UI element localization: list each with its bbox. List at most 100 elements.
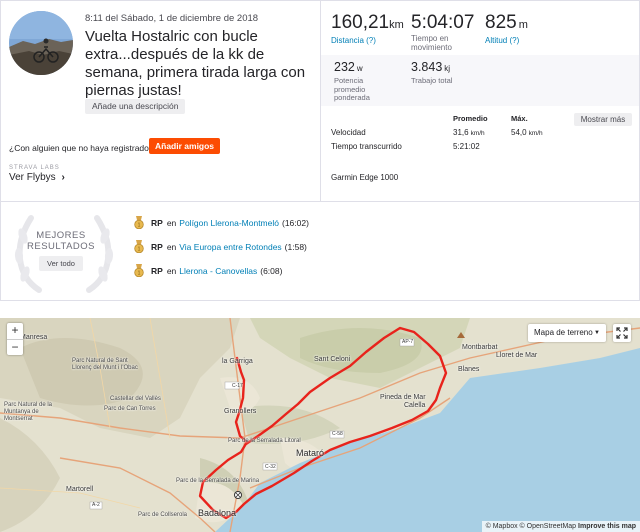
map-label-martorell: Martorell: [66, 486, 94, 493]
segment-link[interactable]: Llerona - Canovellas: [179, 266, 257, 276]
road-label: AP-7: [402, 339, 414, 345]
pr-badge: RP: [151, 265, 163, 276]
map-label-la-garriga: la Garriga: [222, 358, 253, 365]
add-description-button[interactable]: Añade una descripción: [85, 99, 186, 114]
flybys-link[interactable]: Ver Flybys ›: [9, 172, 65, 183]
moving-time-label-2: movimiento: [411, 43, 452, 52]
device-name: Garmin Edge 1000: [331, 173, 399, 182]
effort-prep: en: [166, 241, 177, 252]
activity-card: 8:11 del Sábado, 1 de diciembre de 2018 …: [0, 0, 640, 301]
row-divider: [1, 201, 639, 202]
power-unit: w: [356, 64, 363, 73]
map-label-montserrat: Parc Natural de la Muntanya de Montserra…: [4, 402, 53, 422]
best-efforts-title: MEJORES RESULTADOS: [1, 230, 121, 252]
segment-link[interactable]: Polígon Llerona-Montmeló: [179, 218, 279, 228]
stat-power: 232 w Potencia promedio ponderada: [334, 61, 370, 103]
speed-max: 54,0 km/h: [511, 128, 543, 137]
see-all-button[interactable]: Ver todo: [39, 256, 83, 271]
moving-time-label-1: Tiempo en: [411, 34, 449, 43]
map-attribution: © Mapbox © OpenStreetMap Improve this ma…: [481, 521, 640, 532]
effort-prep: en: [166, 265, 177, 276]
stat-moving-time: 5:04:07 Tiempo en movimiento: [411, 12, 475, 53]
power-label-3: ponderada: [334, 93, 370, 102]
map-label-sant-llorenc: Parc Natural de Sant Llorenç del Munt i …: [72, 358, 138, 371]
map-label-serralada-marina: Parc de la Serralada de Marina: [176, 478, 260, 484]
show-more-button[interactable]: Mostrar más: [574, 113, 632, 126]
zoom-out-button[interactable]: −: [7, 339, 23, 355]
work-unit: kj: [444, 64, 451, 73]
best-effort-item: 1 RP en Polígon Llerona-Montmeló (16:02): [133, 216, 309, 229]
zoom-in-button[interactable]: +: [7, 323, 23, 339]
avatar[interactable]: [9, 11, 73, 75]
map-label-collserola: Parc de Collserola: [138, 512, 188, 518]
stat-distance: 160,21km Distancia (?): [331, 13, 404, 46]
best-effort-item: 1 RP en Llerona - Canovellas (6:08): [133, 264, 282, 277]
best-effort-item: 1 RP en Via Europa entre Rotondes (1:58): [133, 240, 307, 253]
road-label: C-17: [232, 383, 243, 389]
map-label-mataro: Mataró: [296, 448, 325, 458]
chevron-down-icon: ▼: [594, 330, 600, 336]
max-header: Máx.: [511, 114, 528, 123]
road-label: C-32: [265, 464, 276, 470]
unregistered-question: ¿Con alguien que no haya registrado?: [9, 143, 154, 153]
svg-text:1: 1: [138, 223, 141, 229]
map-label-serralada-litoral: Parc de la Serralada Litoral: [228, 438, 301, 444]
medal-icon: 1: [134, 264, 144, 277]
pr-badge: RP: [151, 217, 163, 228]
speed-avg: 31,6 km/h: [453, 128, 485, 137]
avg-header: Promedio: [453, 114, 488, 123]
segment-link[interactable]: Via Europa entre Rotondes: [179, 242, 281, 252]
map-canvas: [0, 318, 640, 532]
map-label-pineda: Pineda de Mar: [380, 394, 426, 401]
speed-label: Velocidad: [331, 128, 366, 137]
strava-labs-label: STRAVA LABS: [9, 165, 60, 171]
map-label-badalona: Badalona: [198, 508, 237, 518]
fullscreen-button[interactable]: [613, 324, 631, 342]
activity-title: Vuelta Hostalric con bucle extra...despu…: [85, 28, 306, 99]
map-label-blanes: Blanes: [458, 366, 480, 373]
distance-label[interactable]: Distancia (?): [331, 36, 404, 45]
medal-icon: 1: [134, 216, 144, 229]
road-label: C-58: [332, 431, 343, 437]
map-label-montbarbat: Montbarbat: [462, 344, 498, 351]
elevation-value: 825: [485, 12, 517, 33]
map-label-sant-celoni: Sant Celoni: [314, 356, 351, 363]
pr-badge: RP: [151, 241, 163, 252]
work-value: 3.843: [411, 60, 443, 74]
effort-prep: en: [166, 217, 177, 228]
effort-time: (1:58): [284, 241, 307, 252]
map-label-manresa: Manresa: [20, 334, 48, 341]
add-friends-button[interactable]: Añadir amigos: [149, 138, 221, 154]
svg-text:1: 1: [138, 271, 141, 277]
effort-time: (6:08): [260, 265, 283, 276]
best-efforts-title-2: RESULTADOS: [27, 241, 95, 252]
work-label: Trabajo total: [411, 76, 453, 85]
power-value: 232: [334, 60, 355, 74]
zoom-control: + −: [7, 323, 23, 355]
elevation-label[interactable]: Altitud (?): [485, 36, 528, 45]
route-map[interactable]: C-17 C-32 AP-7 A-2 C-58 Manresa Montbarb…: [0, 318, 640, 532]
effort-time: (16:02): [281, 217, 309, 228]
road-label: A-2: [92, 502, 100, 508]
map-layer-select[interactable]: Mapa de terreno ▼: [528, 324, 606, 342]
activity-date: 8:11 del Sábado, 1 de diciembre de 2018: [85, 13, 259, 24]
distance-unit: km: [389, 19, 404, 31]
chevron-right-icon: ›: [61, 172, 65, 183]
map-label-castellar: Castellar del Vallès: [110, 396, 161, 402]
speed-avg-unit: km/h: [470, 130, 485, 137]
map-layer-label: Mapa de terreno: [534, 328, 593, 337]
speed-max-unit: km/h: [528, 130, 543, 137]
svg-text:1: 1: [138, 247, 141, 253]
medal-icon: 1: [134, 240, 144, 253]
elapsed-label: Tiempo transcurrido: [331, 142, 402, 151]
fullscreen-icon: [616, 327, 628, 339]
stat-work: 3.843 kj Trabajo total: [411, 61, 452, 86]
attribution-text[interactable]: © Mapbox © OpenStreetMap: [486, 523, 576, 530]
map-label-granollers: Granollers: [224, 408, 257, 415]
map-label-can-torres: Parc de Can Torres: [104, 406, 156, 412]
speed-avg-value: 31,6: [453, 128, 469, 137]
map-label-calella: Calella: [404, 402, 426, 409]
improve-map-link[interactable]: Improve this map: [578, 523, 636, 530]
moving-time-value: 5:04:07: [411, 12, 475, 33]
map-label-lloret: Lloret de Mar: [496, 352, 538, 359]
